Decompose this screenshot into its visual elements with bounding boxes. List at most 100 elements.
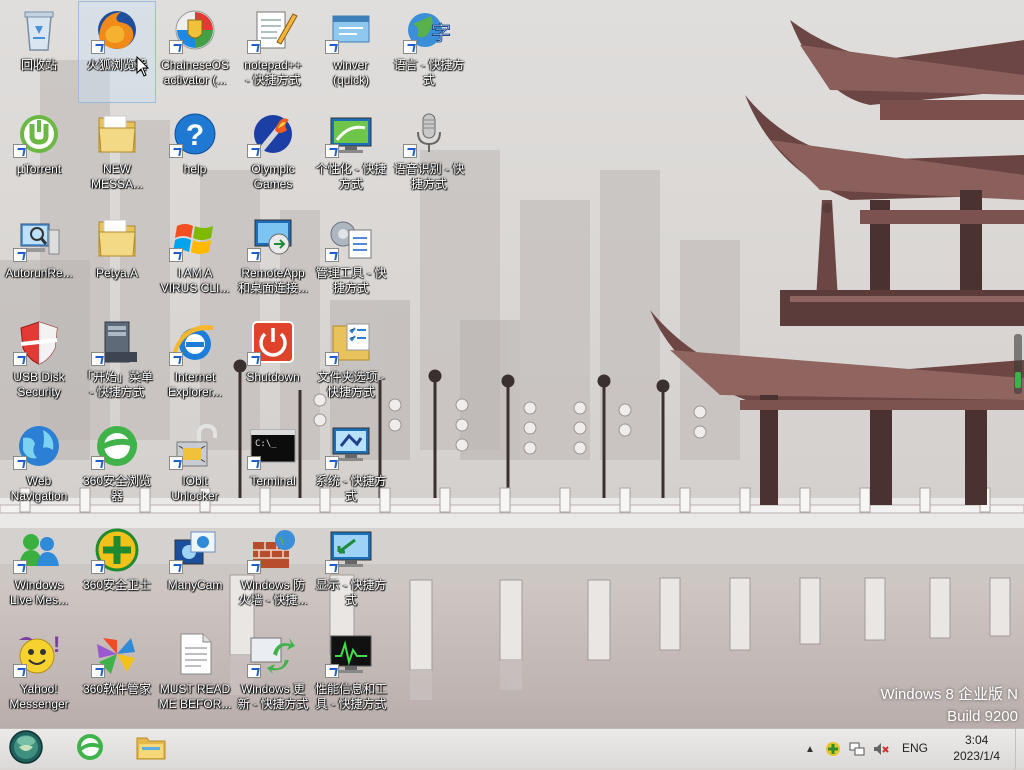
desktop-icon-terminal[interactable]: C:\_ Terminal: [235, 418, 311, 518]
desktop-icon-help[interactable]: ? help: [157, 106, 233, 206]
network-tray-icon[interactable]: [849, 741, 865, 757]
messenger-people-icon: [13, 526, 65, 574]
desktop-icon-utorrent[interactable]: µTorrent: [1, 106, 77, 206]
windows-update-icon: [247, 630, 299, 678]
desktop-icon-text-document[interactable]: MUST READ ME BEFOR...: [157, 626, 233, 726]
desktop-icon-label: Olympic Games: [251, 162, 295, 191]
shortcut-arrow-icon: [247, 352, 261, 366]
shortcut-arrow-icon: [403, 144, 417, 158]
svg-text:?: ?: [186, 119, 204, 152]
desktop-icon-label: ManyCam: [167, 578, 223, 592]
autorun-computer-icon: [13, 214, 65, 262]
desktop-icon-360-software[interactable]: 360软件管家: [79, 626, 155, 726]
desktop-icon-label: MUST READ ME BEFOR...: [158, 682, 232, 711]
desktop-icon-windows-flag[interactable]: I AM A VIRUS CLI...: [157, 210, 233, 310]
taskbar: ▲ ENG 3:04 2023/1/4: [0, 728, 1024, 769]
shortcut-arrow-icon: [91, 664, 105, 678]
360-security-tray-icon[interactable]: [825, 741, 841, 757]
desktop-icon-label: Web Navigation: [10, 474, 68, 503]
desktop-icon-label: USB Disk Security: [13, 370, 65, 399]
desktop-icon-label: winver (quick): [332, 58, 369, 87]
desktop-icon-performance[interactable]: 性能信息和工 具 - 快捷方式: [313, 626, 389, 726]
desktop-icon-system-monitor[interactable]: 系统 - 快捷方 式: [313, 418, 389, 518]
desktop-icon-label: 360安全浏览 器: [82, 474, 152, 503]
desktop-icon-start-menu-tower[interactable]: 「开始」菜单 - 快捷方式: [79, 314, 155, 414]
desktop-icon-remote-desktop[interactable]: RemoteApp 和桌面连接...: [235, 210, 311, 310]
taskbar-file-explorer[interactable]: [131, 731, 171, 767]
desktop-icon-autorun-computer[interactable]: AutorunRe...: [1, 210, 77, 310]
shortcut-arrow-icon: [325, 40, 339, 54]
desktop-icon-folder-options[interactable]: 文件夹选项 - 快捷方式: [313, 314, 389, 414]
shortcut-arrow-icon: [403, 40, 417, 54]
windows-flag-icon: [169, 214, 221, 262]
desktop-icon-display-monitor[interactable]: 显示 - 快捷方 式: [313, 522, 389, 622]
desktop-icon-language-globe[interactable]: 字语言 - 快捷方 式: [391, 2, 467, 102]
desktop-icon-activator-shield[interactable]: ChaineseOS activator (...: [157, 2, 233, 102]
volume-muted-tray-icon[interactable]: [873, 741, 889, 757]
desktop-icon-notepad[interactable]: notepad++ - 快捷方式: [235, 2, 311, 102]
admin-tools-icon: [325, 214, 377, 262]
show-hidden-icons-chevron-icon[interactable]: ▲: [803, 744, 817, 755]
desktop-icon-olympic-torch[interactable]: Olympic Games: [235, 106, 311, 206]
desktop-icon-label: 回收站: [20, 58, 57, 72]
desktop-icon-personalize-monitor[interactable]: 个性化 - 快捷 方式: [313, 106, 389, 206]
desktop-icon-firefox[interactable]: 火狐浏览器: [78, 1, 156, 103]
desktop-icon-messenger-people[interactable]: Windows Live Mes...: [1, 522, 77, 622]
desktop-icon-label: 「开始」菜单 - 快捷方式: [80, 370, 153, 399]
desktop-icon-web-globe[interactable]: Web Navigation: [1, 418, 77, 518]
desktop-icon-360-security[interactable]: 360安全卫士: [79, 522, 155, 622]
desktop-icon-folder[interactable]: Petya.A: [79, 210, 155, 310]
start-menu-tower-icon: [91, 318, 143, 366]
360-security-icon: [91, 526, 143, 574]
folder-options-icon: [325, 318, 377, 366]
desktop-icon-label: 360安全卫士: [82, 578, 152, 592]
web-globe-icon: [13, 422, 65, 470]
desktop-icon-firewall[interactable]: Windows 防 火墙 - 快捷...: [235, 522, 311, 622]
desktop-icon-folder[interactable]: NEW MESSA...: [79, 106, 155, 206]
desktop-icon-manycam[interactable]: ManyCam: [157, 522, 233, 622]
shortcut-arrow-icon: [13, 144, 27, 158]
desktop-icon-360-browser[interactable]: 360安全浏览 器: [79, 418, 155, 518]
utorrent-icon: [13, 110, 65, 158]
taskbar-360-browser[interactable]: [70, 731, 110, 767]
desktop-icon-label: NEW MESSA...: [90, 162, 143, 191]
shortcut-arrow-icon: [169, 560, 183, 574]
desktop-icon-internet-explorer[interactable]: Internet Explorer...: [157, 314, 233, 414]
desktop-icon-unlock[interactable]: IObit Unlocker: [157, 418, 233, 518]
start-button[interactable]: [6, 729, 46, 767]
desktop-icon-label: 系统 - 快捷方 式: [315, 474, 387, 503]
desktop-icon-usb-shield[interactable]: USB Disk Security: [1, 314, 77, 414]
desktop-icon-winver-window[interactable]: winver (quick): [313, 2, 389, 102]
desktop-icon-microphone[interactable]: 语音识别 - 快 捷方式: [391, 106, 467, 206]
display-monitor-icon: [325, 526, 377, 574]
desktop-icon-label: 性能信息和工 具 - 快捷方式: [314, 682, 387, 711]
folder-icon: [91, 110, 143, 158]
desktop-icon-label: 360软件管家: [82, 682, 152, 696]
show-desktop-button[interactable]: [1015, 729, 1024, 769]
shortcut-arrow-icon: [247, 456, 261, 470]
activator-shield-icon: [169, 6, 221, 54]
desktop-icon-windows-update[interactable]: Windows 更 新 - 快捷方式: [235, 626, 311, 726]
desktop-icon-recycle-bin[interactable]: 回收站: [1, 2, 77, 102]
desktop-icon-yahoo-messenger[interactable]: ! Yahoo! Messenger: [1, 626, 77, 726]
shortcut-arrow-icon: [169, 456, 183, 470]
desktop-icon-admin-tools[interactable]: 管理工具 - 快 捷方式: [313, 210, 389, 310]
360-browser-taskbar-icon: [75, 732, 105, 767]
shortcut-arrow-icon: [325, 144, 339, 158]
taskbar-clock[interactable]: 3:04 2023/1/4: [953, 732, 1000, 764]
shortcut-arrow-icon: [169, 248, 183, 262]
shortcut-arrow-icon: [169, 144, 183, 158]
desktop-icon-power[interactable]: Shutdown: [235, 314, 311, 414]
language-globe-icon: 字: [403, 6, 455, 54]
desktop-icon-label: notepad++ - 快捷方式: [244, 58, 302, 87]
shortcut-arrow-icon: [325, 560, 339, 574]
desktop-icon-label: 语言 - 快捷方 式: [393, 58, 465, 87]
winver-window-icon: [325, 6, 377, 54]
shortcut-arrow-icon: [325, 248, 339, 262]
shortcut-arrow-icon: [13, 560, 27, 574]
shortcut-arrow-icon: [13, 248, 27, 262]
input-language-indicator[interactable]: ENG: [902, 741, 928, 755]
desktop-icon-label: ChaineseOS activator (...: [160, 58, 230, 87]
notepad-icon: [247, 6, 299, 54]
system-tray: ▲: [803, 729, 889, 769]
